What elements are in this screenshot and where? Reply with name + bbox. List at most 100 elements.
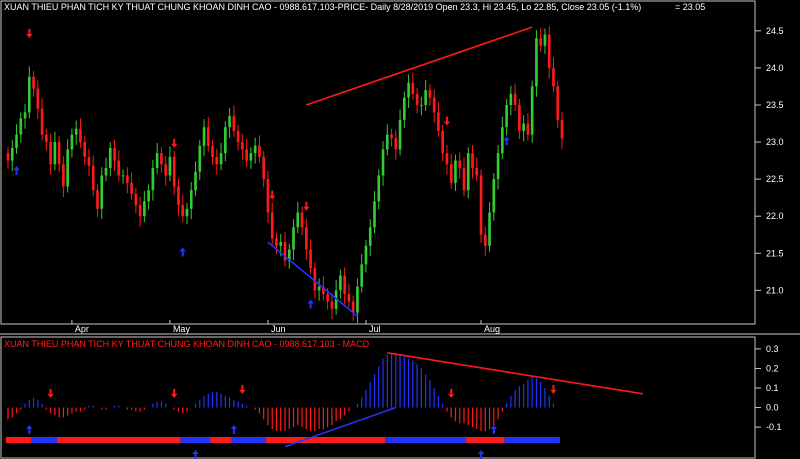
candle-body [539,38,543,46]
candle-body [513,93,517,105]
candle-body [96,190,99,209]
candle-body [475,168,479,176]
candle-body [219,153,223,165]
candle-body [326,294,329,302]
candle-body [385,134,389,150]
candle-body [79,128,82,143]
candle-body [57,142,61,165]
candle-body [215,156,219,165]
candle-body [138,205,142,217]
candle-body [126,175,129,183]
price-tick-label: 21.5 [766,248,784,258]
macd-band-segment [466,437,505,443]
candle-body [262,156,266,180]
candle-body [339,275,342,291]
candle-body [40,108,44,135]
macd-tick-label: 0.0 [766,403,779,413]
candle-body [104,168,108,176]
candle-body [117,160,121,176]
candle-body [373,201,376,228]
candle-body [113,147,116,161]
candle-body [343,275,346,295]
candle-body [351,301,355,313]
candle-body [488,212,491,246]
candle-body [74,128,78,135]
candle-body [368,227,372,246]
candle-body [164,164,167,176]
price-tick-label: 22.5 [766,174,784,184]
candle-body [62,164,65,187]
candle-body [181,205,185,217]
macd-band-segment [57,437,181,443]
candle-body [535,38,538,87]
candle-body [19,118,23,135]
candle-body [87,156,91,166]
candle-body [66,149,69,187]
candle-body [279,242,283,246]
candle-body [543,34,547,46]
candle-body [479,175,483,235]
chart-canvas: XUAN THIEU PHAN TICH KY THUAT CHUNG KHOA… [0,0,800,459]
candle-body [518,104,521,131]
candle-body [407,82,410,98]
candle-body [155,153,159,168]
candle-body [202,127,206,146]
candle-body [189,190,193,209]
month-label: Jul [369,324,381,334]
candle-body [437,112,440,131]
month-label: Apr [75,324,89,334]
candle-body [253,145,257,154]
candle-body [560,119,564,139]
candle-body [143,201,146,217]
candle-body [249,153,253,161]
candle-body [466,153,470,191]
candle-body [471,153,474,168]
candle-body [151,168,155,191]
candle-body [360,264,364,287]
candle-body [83,142,87,157]
candle-body [547,34,551,68]
candle-body [445,153,449,165]
candle-body [70,134,74,150]
candle-body [15,134,18,148]
candle-body [304,227,308,250]
candle-body [266,179,270,213]
candle-body [424,90,427,105]
candle-body [108,147,112,168]
candle-body [27,76,31,113]
macd-band-segment [180,437,211,443]
candle-body [377,175,381,202]
candle-body [398,119,402,150]
candle-body [364,245,368,265]
month-label: May [173,324,191,334]
price-tick-label: 23.0 [766,137,784,147]
candle-body [177,186,180,206]
candle-body [236,130,240,143]
candle-body [292,227,295,250]
macd-band-segment [265,437,386,443]
candle-body [198,145,202,172]
price-tick-label: 21.0 [766,285,784,295]
candle-body [32,76,35,89]
candle-body [10,147,14,161]
macd-tick-label: -0.1 [766,422,782,432]
candle-body [53,142,57,165]
candle-body [211,145,214,157]
candle-body [130,182,133,194]
macd-axis: 0.3 0.2 0.1 0.0 -0.1 [755,344,782,432]
price-tick-label: 24.5 [766,26,784,36]
candle-body [420,104,423,106]
candle-body [509,93,513,105]
candle-body [390,134,393,139]
price-title: XUAN THIEU PHAN TICH KY THUAT CHUNG KHOA… [4,2,641,12]
macd-band-segment [231,437,266,443]
candle-body [245,149,248,161]
candle-body [232,116,236,131]
candle-body [147,190,150,202]
candle-body [6,153,10,161]
month-label: Jun [271,324,286,334]
macd-tick-label: 0.2 [766,363,779,373]
candle-body [100,175,104,209]
candle-body [309,249,312,269]
candle-body [45,134,48,143]
